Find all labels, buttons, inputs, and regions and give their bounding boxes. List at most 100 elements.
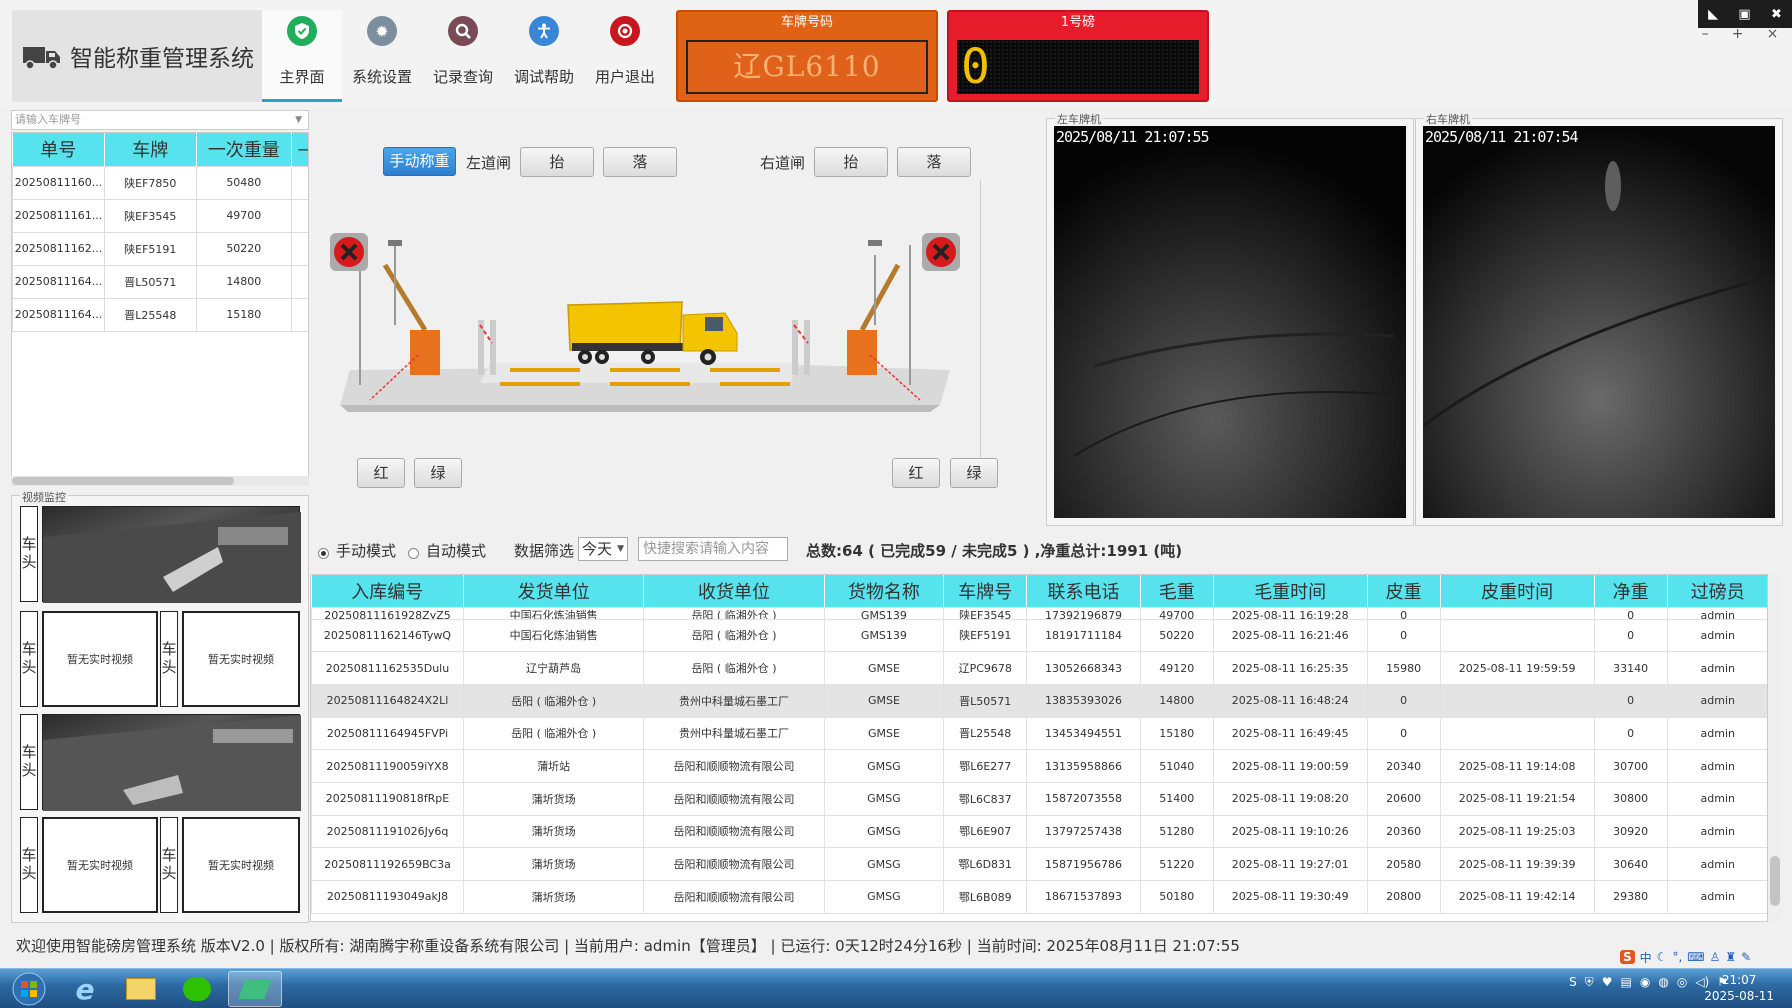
column-header[interactable]: 车牌 xyxy=(104,133,197,166)
user-icon[interactable]: ♙ xyxy=(1710,950,1721,964)
column-header[interactable]: 毛重 xyxy=(1140,575,1214,607)
scrollbar-thumb[interactable] xyxy=(1770,856,1780,906)
table-cell: GMSG xyxy=(823,814,945,849)
video-feed-empty[interactable]: 暂无实时视频 xyxy=(42,817,158,913)
moon-icon[interactable]: ☾ xyxy=(1657,950,1668,964)
table-row[interactable]: 20250811162146TywQ 中国石化炼油销售 岳阳 ( 临湘外仓 ) GMS… xyxy=(311,618,1767,653)
table-row[interactable]: 20250811162... 陕EF5191 50220 xyxy=(12,231,308,266)
video-feed-empty[interactable]: 暂无实时视频 xyxy=(182,611,300,707)
ime-mode[interactable]: 中 xyxy=(1640,949,1652,966)
maximize-icon[interactable]: + xyxy=(1732,26,1744,42)
nav-main[interactable]: 主界面 xyxy=(262,10,342,102)
wrench-icon[interactable]: ✎ xyxy=(1741,950,1751,964)
table-row[interactable]: 20250811160... 陕EF7850 50480 xyxy=(12,165,308,200)
vertical-scrollbar[interactable] xyxy=(1768,574,1782,922)
right-green-light-button[interactable]: 绿 xyxy=(950,458,998,488)
table-cell: 0 xyxy=(1366,606,1441,620)
column-header[interactable]: 过磅员 xyxy=(1667,575,1767,607)
keyboard-icon[interactable]: ▣ xyxy=(1738,7,1750,22)
auto-mode-label: 自动模式 xyxy=(426,542,487,560)
nav-logout[interactable]: 用户退出 xyxy=(585,10,665,102)
table-row[interactable]: 20250811193049akJ8 蒲圻货场 岳阳和顺顺物流有限公司 GMSG 鄂L6… xyxy=(311,880,1767,914)
column-header[interactable]: 车牌号 xyxy=(943,575,1028,607)
right-gate-raise-button[interactable]: 抬 xyxy=(814,147,888,177)
minimize-icon[interactable]: – xyxy=(1702,26,1709,42)
column-header[interactable]: 入库编号 xyxy=(311,575,464,607)
punctuation-icon[interactable]: °, xyxy=(1672,950,1682,964)
globe-tray-icon[interactable]: ◎ xyxy=(1677,975,1687,990)
left-gate-raise-button[interactable]: 抬 xyxy=(520,147,594,177)
column-header[interactable]: 毛重时间 xyxy=(1213,575,1368,607)
column-header[interactable]: 货物名称 xyxy=(824,575,945,607)
shield-tray-icon[interactable]: ⛨ xyxy=(1585,975,1594,990)
table-row[interactable]: 20250811190059iYX8 蒲圻站 岳阳和顺顺物流有限公司 GMSG 鄂L6E… xyxy=(311,749,1767,783)
column-header[interactable]: 净重 xyxy=(1594,575,1668,607)
weighing-app-taskbar-icon[interactable] xyxy=(228,971,282,1007)
table-cell: 辽宁葫芦岛 xyxy=(462,651,645,685)
ie-browser-icon[interactable]: e xyxy=(58,971,112,1007)
left-camera-feed[interactable]: 2025/08/11 21:07:55 xyxy=(1054,126,1406,518)
wechat-icon[interactable] xyxy=(170,971,224,1007)
column-header[interactable]: 联系电话 xyxy=(1026,575,1141,607)
horizontal-scrollbar[interactable] xyxy=(11,476,309,486)
wechat-tray-icon[interactable]: ◍ xyxy=(1658,975,1668,990)
auto-mode-radio[interactable] xyxy=(408,544,419,562)
network-tray-icon[interactable]: ▤ xyxy=(1621,975,1632,990)
left-green-light-button[interactable]: 绿 xyxy=(414,458,462,488)
table-row[interactable]: 20250811164... 晋L25548 15180 xyxy=(12,297,308,332)
app-tray-icon[interactable]: ◉ xyxy=(1640,975,1650,990)
right-camera-feed[interactable]: 2025/08/11 21:07:54 xyxy=(1423,126,1775,518)
column-header[interactable]: 一次重量 xyxy=(196,133,293,166)
taskbar-clock[interactable]: 21:07 2025-08-11 xyxy=(1704,972,1774,1004)
divider xyxy=(980,180,981,460)
column-header[interactable]: 发货单位 xyxy=(463,575,645,607)
chevron-down-icon[interactable]: ▼ xyxy=(295,111,302,129)
right-gate-lower-button[interactable]: 落 xyxy=(897,147,971,177)
radio-unchecked-icon[interactable] xyxy=(408,548,419,559)
start-button[interactable] xyxy=(2,971,56,1007)
sogou-tray-icon[interactable]: S xyxy=(1569,975,1577,990)
radio-checked-icon[interactable] xyxy=(318,548,329,559)
right-red-light-button[interactable]: 红 xyxy=(892,458,940,488)
manual-mode-radio[interactable] xyxy=(318,544,329,562)
video-feed[interactable] xyxy=(42,714,301,811)
video-feed-empty[interactable]: 暂无实时视频 xyxy=(182,817,300,913)
sogou-icon[interactable]: S xyxy=(1620,950,1635,964)
left-red-light-button[interactable]: 红 xyxy=(357,458,405,488)
right-camera-timestamp: 2025/08/11 21:07:54 xyxy=(1425,128,1579,146)
video-feed-empty[interactable]: 暂无实时视频 xyxy=(42,611,158,707)
column-header[interactable]: 单号 xyxy=(12,133,105,166)
close-icon[interactable]: ✖ xyxy=(1771,7,1782,22)
data-filter-select[interactable]: 今天 ▼ xyxy=(578,537,628,561)
column-header[interactable]: 皮重时间 xyxy=(1440,575,1595,607)
manual-weigh-button[interactable]: 手动称重 xyxy=(383,147,456,176)
file-explorer-icon[interactable] xyxy=(114,971,168,1007)
column-header[interactable]: 收货单位 xyxy=(643,575,825,607)
table-row[interactable]: 20250811164945FVPi 岳阳 ( 临湘外仓 ) 贵州中科量城石墨工厂 G… xyxy=(311,716,1767,751)
exit-icon[interactable]: × xyxy=(1767,26,1779,42)
column-header[interactable]: 皮重 xyxy=(1367,575,1441,607)
nav-help[interactable]: 调试帮助 xyxy=(504,10,584,102)
left-gate-lower-button[interactable]: 落 xyxy=(603,147,677,177)
collapse-icon[interactable]: ◣ xyxy=(1708,7,1718,22)
scrollbar-thumb[interactable] xyxy=(12,477,234,485)
security-tray-icon[interactable]: ♥ xyxy=(1602,975,1613,990)
quick-search-input[interactable]: 快捷搜索请输入内容 xyxy=(638,537,788,561)
table-row[interactable]: 20250811161928ZyZ5 中国石化炼油销售 岳阳 ( 临湘外仓 ) GMS… xyxy=(311,606,1767,620)
power-icon xyxy=(610,16,640,46)
table-row[interactable]: 20250811164... 晋L50571 14800 xyxy=(12,264,308,299)
table-row[interactable]: 20250811164824X2Ll 岳阳 ( 临湘外仓 ) 贵州中科量城石墨工厂 G… xyxy=(311,683,1767,718)
shirt-icon[interactable]: ♜ xyxy=(1725,950,1736,964)
table-row[interactable]: 20250811191026Jy6q 蒲圻货场 岳阳和顺顺物流有限公司 GMSG 鄂L6… xyxy=(311,814,1767,849)
nav-settings[interactable]: ✹ 系统设置 xyxy=(342,10,422,102)
keyboard-icon[interactable]: ⌨ xyxy=(1687,950,1704,964)
table-row[interactable]: 20250811190818fRpE 蒲圻货场 岳阳和顺顺物流有限公司 GMSG 鄂L6… xyxy=(311,781,1767,816)
column-header[interactable]: — xyxy=(291,133,308,166)
table-row[interactable]: 20250811162535Dulu 辽宁葫芦岛 岳阳 ( 临湘外仓 ) GMSE 辽P… xyxy=(311,651,1767,685)
nav-records[interactable]: 记录查询 xyxy=(423,10,503,102)
table-row[interactable]: 20250811161... 陕EF3545 49700 xyxy=(12,198,308,233)
table-row[interactable]: 20250811192659BC3a 蒲圻货场 岳阳和顺顺物流有限公司 GMSG 鄂L6… xyxy=(311,847,1767,881)
video-feed[interactable] xyxy=(42,506,301,603)
first-weigh-table: 单号 车牌 一次重量 — 20250811160...陕EF7850504802… xyxy=(11,132,309,484)
plate-search-input[interactable]: 请输入车牌号 ▼ xyxy=(11,110,309,130)
